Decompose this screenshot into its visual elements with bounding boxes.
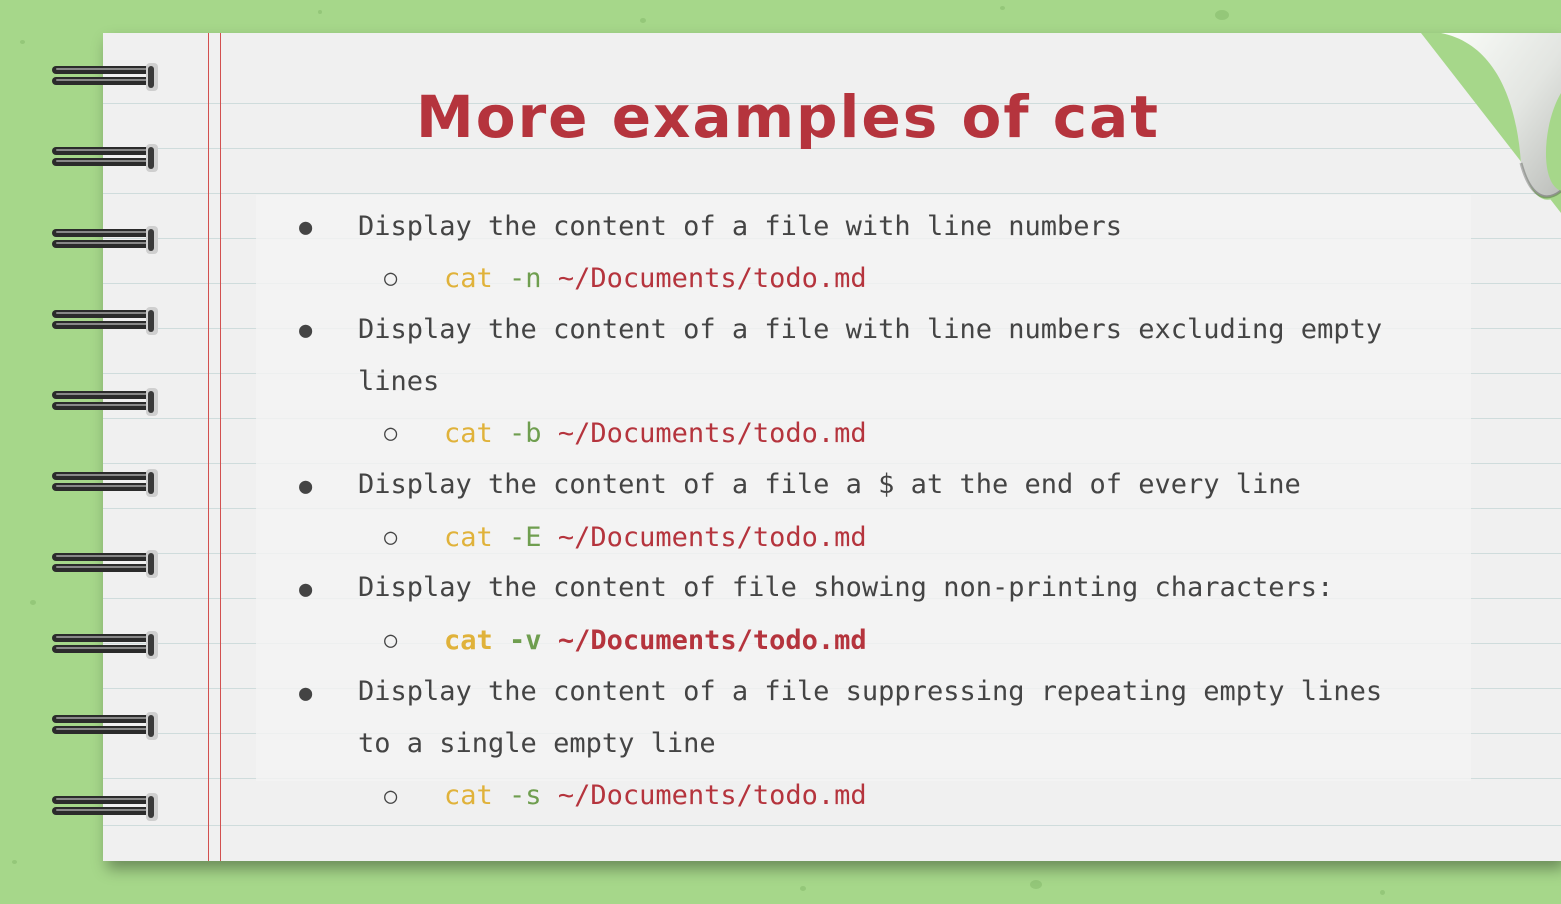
command-example: cat -v ~/Documents/todo.md xyxy=(444,621,867,661)
command-example: cat -b ~/Documents/todo.md xyxy=(444,414,867,454)
spiral-ring-icon xyxy=(52,550,158,578)
command-path: ~/Documents/todo.md xyxy=(557,522,867,553)
bullet-icon: ● xyxy=(299,318,313,343)
command-name: cat xyxy=(444,418,493,449)
bullet-icon: ● xyxy=(299,474,313,499)
spiral-ring-icon xyxy=(52,63,158,91)
command-flag: -n xyxy=(509,263,542,294)
list-item-text: Display the content of a file with line … xyxy=(358,211,1123,242)
spiral-ring-icon xyxy=(52,631,158,659)
command-path: ~/Documents/todo.md xyxy=(557,780,867,811)
command-example: cat -s ~/Documents/todo.md xyxy=(444,776,867,816)
list-item-text-continued: to a single empty line xyxy=(358,728,716,759)
command-flag: -E xyxy=(509,522,542,553)
command-path: ~/Documents/todo.md xyxy=(557,625,867,656)
bullet-icon: ● xyxy=(299,577,313,602)
command-flag: -s xyxy=(509,780,542,811)
margin-line-left xyxy=(208,33,209,861)
spiral-ring-icon xyxy=(52,388,158,416)
sub-bullet-icon: ○ xyxy=(384,525,398,550)
sub-bullet-icon: ○ xyxy=(384,266,398,291)
command-name: cat xyxy=(444,522,493,553)
sub-bullet-icon: ○ xyxy=(384,421,398,446)
command-path: ~/Documents/todo.md xyxy=(557,263,867,294)
list-item-text: Display the content of file showing non-… xyxy=(358,572,1334,603)
list-item-text-continued: lines xyxy=(358,366,440,397)
list-item-text: Display the content of a file a $ at the… xyxy=(358,469,1301,500)
spiral-ring-icon xyxy=(52,307,158,335)
command-name: cat xyxy=(444,780,493,811)
sub-bullet-icon: ○ xyxy=(384,784,398,809)
margin-line-right xyxy=(220,33,221,861)
notebook-page: More examples of cat ● Display the conte… xyxy=(103,33,1561,861)
command-example: cat -E ~/Documents/todo.md xyxy=(444,518,867,558)
command-path: ~/Documents/todo.md xyxy=(557,418,867,449)
spiral-ring-icon xyxy=(52,793,158,821)
page-title: More examples of cat xyxy=(416,83,1160,151)
command-flag: -v xyxy=(509,625,542,656)
command-name: cat xyxy=(444,625,493,656)
list-item-text: Display the content of a file suppressin… xyxy=(358,676,1383,707)
spiral-ring-icon xyxy=(52,469,158,497)
spiral-ring-icon xyxy=(52,144,158,172)
sub-bullet-icon: ○ xyxy=(384,628,398,653)
list-item-text: Display the content of a file with line … xyxy=(358,314,1383,345)
command-flag: -b xyxy=(509,418,542,449)
spiral-ring-icon xyxy=(52,226,158,254)
command-name: cat xyxy=(444,263,493,294)
spiral-ring-icon xyxy=(52,712,158,740)
bullet-icon: ● xyxy=(299,681,313,706)
bullet-icon: ● xyxy=(299,215,313,240)
command-example: cat -n ~/Documents/todo.md xyxy=(444,259,867,299)
